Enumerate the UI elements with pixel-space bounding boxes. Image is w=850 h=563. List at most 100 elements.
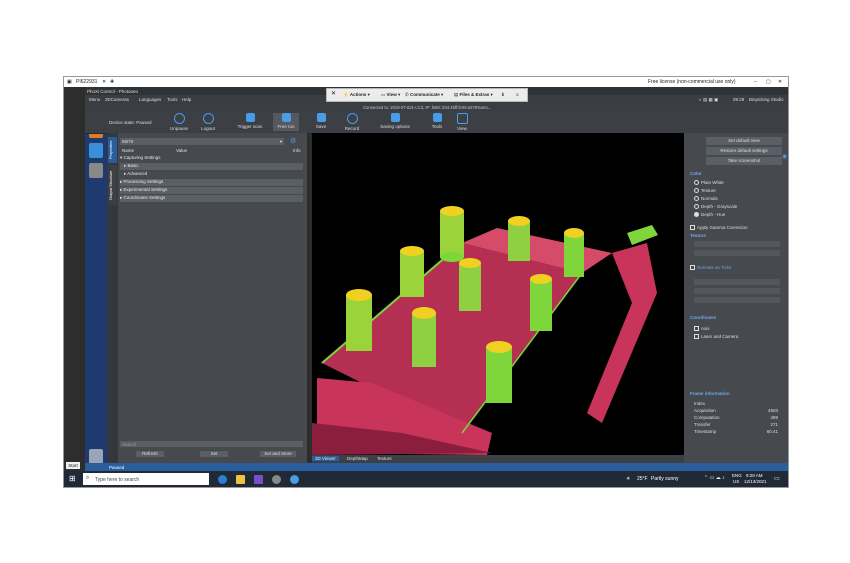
- visual-studio-icon[interactable]: [254, 475, 263, 484]
- tree-row-capturing[interactable]: ▾ Capturing Settings: [120, 155, 303, 162]
- menu-item-menu[interactable]: Menu: [89, 97, 100, 102]
- taskbar-search[interactable]: ⌕ Type here to search: [83, 473, 209, 485]
- camera-small-icon[interactable]: ◉: [782, 153, 787, 160]
- minimize-icon[interactable]: –: [754, 79, 757, 85]
- weather-icon: ☀: [626, 476, 631, 482]
- viewer-tabs: 3D Viewer DepthMap Texture: [312, 455, 684, 463]
- normals-ticks-checkbox[interactable]: Normals as Ticks: [690, 265, 731, 271]
- session-icon: ▣: [67, 79, 72, 85]
- saving-options-button[interactable]: Saving options: [375, 113, 415, 129]
- set-default-view-button[interactable]: Set default view: [706, 137, 782, 145]
- remote-desktop-window: ▣ PI622931 ✕ ✚ Free license (non-commerc…: [63, 76, 789, 488]
- close-window-icon[interactable]: ✕: [778, 79, 782, 85]
- maximize-icon[interactable]: ▢: [766, 79, 771, 85]
- close-tab-icon[interactable]: ✕: [102, 79, 106, 85]
- frame-row: Transfer 271: [694, 422, 778, 427]
- tools-button[interactable]: Tools: [427, 113, 447, 129]
- device-select[interactable]: 59/70 ▾: [120, 138, 284, 145]
- tab-output-structure[interactable]: Output Structure: [108, 165, 117, 205]
- photoneo-taskbar-icon[interactable]: [290, 475, 299, 484]
- device-state: Device state: Paused: [109, 120, 152, 125]
- smiley-icon[interactable]: ☺: [515, 92, 520, 97]
- tab-properties[interactable]: Properties: [108, 137, 117, 163]
- logout-button[interactable]: Logout: [196, 113, 220, 131]
- radio-plain-white[interactable]: Plain White: [694, 180, 724, 186]
- texture-field-2[interactable]: [694, 250, 780, 256]
- floppy-icon: [316, 113, 326, 122]
- restore-default-settings-button[interactable]: Restore default settings: [706, 147, 782, 155]
- frame-row: Acquisition 4903: [694, 408, 778, 413]
- texture-field-1[interactable]: [694, 241, 780, 247]
- frame-row: Computation 489: [694, 415, 778, 420]
- tree-row-processing[interactable]: ▸ Processing Settings: [120, 179, 303, 186]
- tab-depthmap[interactable]: DepthMap: [344, 456, 371, 461]
- search-input[interactable]: Search: [120, 441, 303, 447]
- folder-icon[interactable]: [236, 475, 245, 484]
- connection-bar: Connected to: 2019-07-021-LC3, IP: fe80:…: [85, 103, 788, 111]
- laser-camera-checkbox[interactable]: Laser and Camera: [694, 334, 738, 340]
- language[interactable]: ENG: [732, 473, 742, 478]
- frame-info-header: Frame information: [690, 391, 730, 396]
- weather-temp: 25°F: [637, 476, 648, 482]
- windows-start-icon[interactable]: ⊞: [69, 474, 76, 483]
- radio-texture[interactable]: Texture: [694, 188, 716, 194]
- help-icon[interactable]: [89, 163, 103, 178]
- tray-icons[interactable]: ⌃ ▭ ☁ ♪: [704, 475, 725, 481]
- tree-row-coordinates[interactable]: ▸ Coordinates Settings: [120, 195, 303, 202]
- set-and-store-button[interactable]: Set and Store: [260, 451, 296, 457]
- edge-icon[interactable]: [218, 475, 227, 484]
- refresh-button[interactable]: Refresh: [136, 451, 164, 457]
- view-menu[interactable]: ▭ View ▾: [381, 92, 400, 98]
- tree-row-basic[interactable]: ▸ Basic: [120, 163, 303, 170]
- menu-item-3dcameras[interactable]: 3DCameras: [105, 97, 129, 102]
- view-button[interactable]: View: [452, 113, 472, 131]
- actions-menu[interactable]: ⚡ Actions ▾: [343, 92, 370, 98]
- record-button[interactable]: Record: [340, 113, 364, 131]
- search-icon: ⌕: [86, 475, 90, 481]
- taskbar-time[interactable]: 9:28 AM: [746, 473, 763, 478]
- chevron-down-icon: ▾: [279, 139, 282, 144]
- normals-field-3[interactable]: [694, 297, 780, 303]
- normals-field-1[interactable]: [694, 279, 780, 285]
- new-tab-icon[interactable]: ✚: [110, 79, 114, 85]
- trash-icon[interactable]: [89, 449, 103, 464]
- trigger-scan-button[interactable]: Trigger scan: [233, 113, 267, 129]
- free-run-button[interactable]: Free run: [273, 113, 299, 131]
- radio-normals[interactable]: Normals: [694, 196, 718, 202]
- taskbar-date[interactable]: 12/13/2021: [744, 479, 767, 484]
- menu-item-tools[interactable]: Tools: [167, 97, 178, 102]
- tab-3d-viewer[interactable]: 3D Viewer: [312, 456, 339, 461]
- weather-text: Partly sunny: [651, 476, 679, 482]
- clock: 09:28: [733, 96, 745, 102]
- unpause-button[interactable]: Unpause: [167, 113, 191, 131]
- tree-row-advanced[interactable]: ▸ Advanced: [120, 171, 303, 178]
- gear-icon[interactable]: ⚙: [290, 137, 296, 145]
- 3d-viewport[interactable]: [312, 133, 684, 455]
- notification-icon[interactable]: ▭: [774, 475, 780, 482]
- tab-texture[interactable]: Texture: [374, 456, 395, 461]
- user-name: Binpicking Studio: [749, 96, 784, 102]
- session-id: PI622931: [76, 79, 98, 85]
- camera-icon: [245, 113, 255, 122]
- menu-item-help[interactable]: Help: [182, 97, 191, 102]
- menu-item-languages[interactable]: Languages: [139, 97, 161, 102]
- axis-checkbox[interactable]: Axis: [694, 326, 710, 332]
- settings-icon[interactable]: [272, 475, 281, 484]
- apply-gamma-checkbox[interactable]: Apply Gamma Correction: [690, 225, 748, 231]
- radio-depth-hue[interactable]: Depth - Hue: [694, 212, 725, 218]
- tree-row-experimental[interactable]: ▸ Experimental Settings: [120, 187, 303, 194]
- communicate-menu[interactable]: ✆ Communicate ▾: [405, 92, 443, 98]
- tool-blue-icon[interactable]: [89, 143, 103, 158]
- files-menu[interactable]: ▤ Files & Extras ▾: [454, 92, 493, 98]
- normals-field-2[interactable]: [694, 288, 780, 294]
- save-button[interactable]: Save: [311, 113, 331, 129]
- region: US: [733, 479, 740, 484]
- set-button[interactable]: Set: [200, 451, 228, 457]
- radio-depth-grayscale[interactable]: Depth - Grayscale: [694, 204, 737, 210]
- video-icon: [281, 113, 291, 122]
- take-screenshot-button[interactable]: Take screenshot: [706, 157, 782, 165]
- download-icon[interactable]: ⬇: [501, 92, 505, 98]
- close-toolbar-icon[interactable]: ✕: [331, 90, 336, 97]
- wrench-icon: [432, 113, 442, 122]
- power-icon: [202, 113, 214, 124]
